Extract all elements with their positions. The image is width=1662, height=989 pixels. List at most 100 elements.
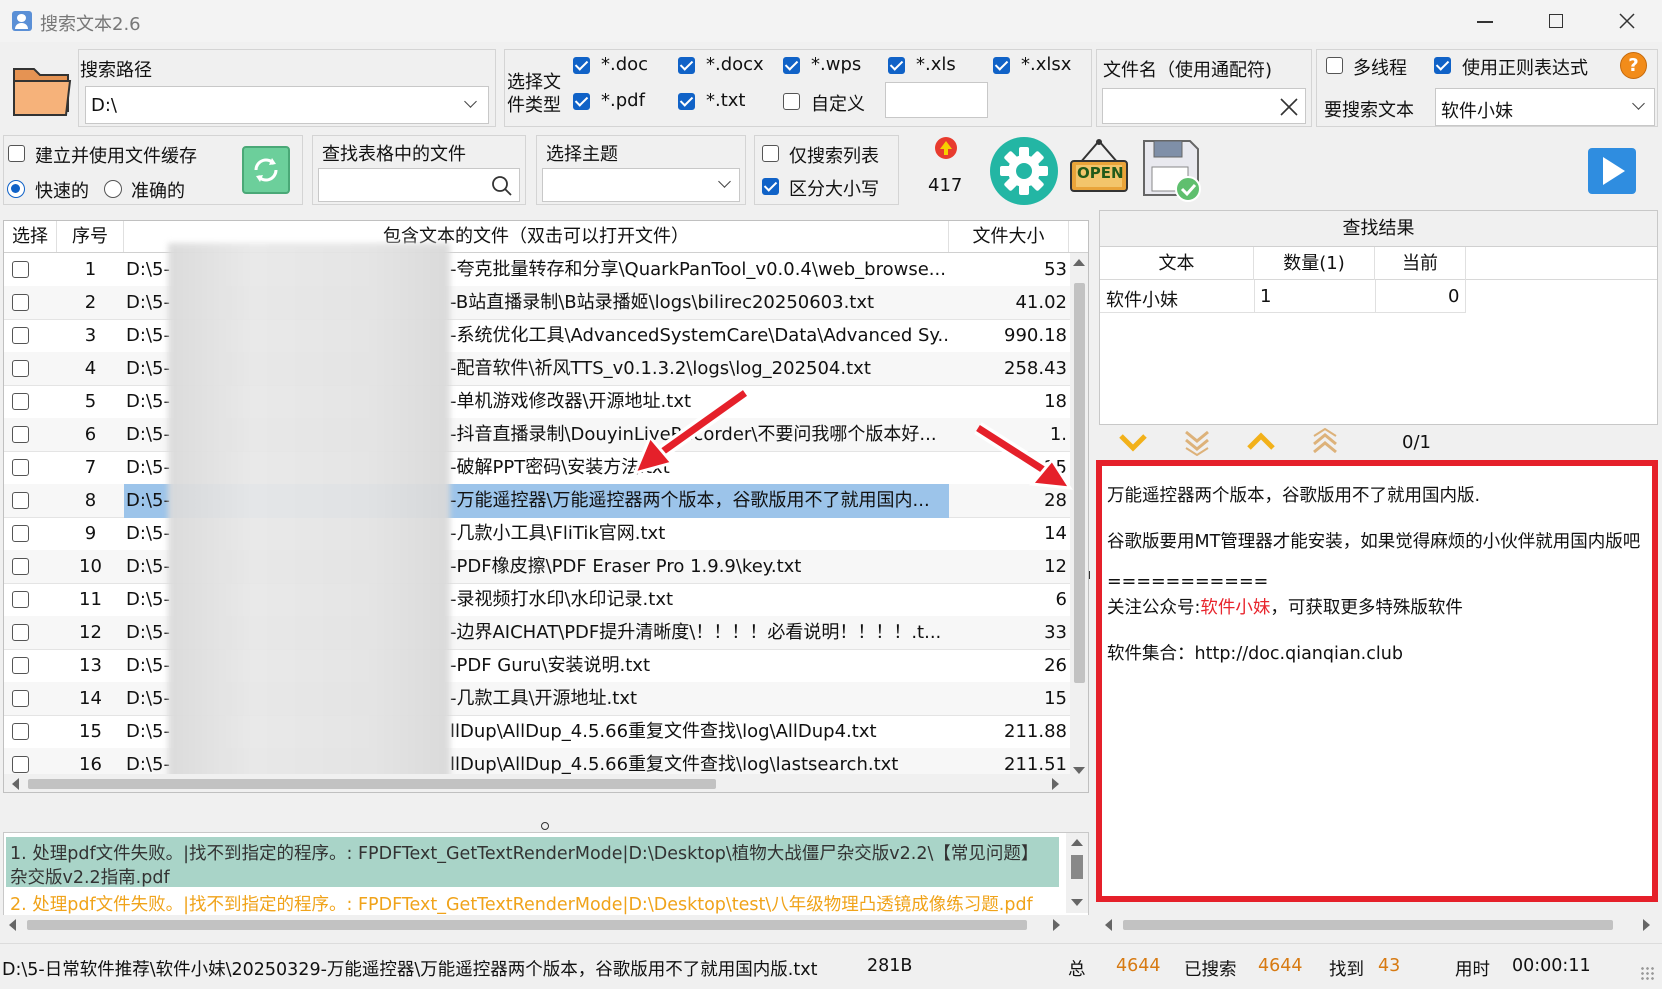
row-checkbox[interactable] bbox=[12, 327, 29, 344]
fast-radio[interactable] bbox=[7, 180, 25, 198]
header-select[interactable]: 选择 bbox=[4, 221, 57, 252]
table-row[interactable]: 4 D:\5- -配音软件\祈风TTS_v0.1.3.2\logs\log_2025… bbox=[4, 352, 1070, 386]
first-match-button[interactable] bbox=[1310, 428, 1340, 456]
resize-grip-icon[interactable] bbox=[1640, 966, 1654, 980]
table-row[interactable]: 10 D:\5- -PDF橡皮擦\PDF Eraser Pro 1.9.9\key.… bbox=[4, 550, 1070, 584]
xls-checkbox[interactable] bbox=[888, 57, 905, 74]
scroll-up-icon[interactable] bbox=[1071, 839, 1083, 846]
grid-hscroll-thumb[interactable] bbox=[28, 779, 716, 789]
scroll-left-icon[interactable] bbox=[9, 919, 16, 931]
custom-ext-input[interactable] bbox=[885, 82, 988, 118]
scroll-right-icon[interactable] bbox=[1053, 919, 1060, 931]
log-hscroll-thumb[interactable] bbox=[27, 920, 1027, 930]
doc-checkbox[interactable] bbox=[573, 57, 590, 74]
log-line-1[interactable]: 1. 处理pdf文件失败。|找不到指定的程序。: FPDFText_GetTex… bbox=[6, 837, 1059, 888]
table-row[interactable]: 14 D:\5- -几款工具\开源地址.txt 15 bbox=[4, 682, 1070, 716]
row-checkbox[interactable] bbox=[12, 294, 29, 311]
grid-hscroll[interactable] bbox=[4, 774, 1088, 792]
preview-hscroll-thumb[interactable] bbox=[1123, 920, 1613, 930]
log-hscroll[interactable] bbox=[3, 915, 1089, 935]
wps-checkbox[interactable] bbox=[783, 57, 800, 74]
results-header-count[interactable]: 数量(1) bbox=[1254, 247, 1375, 280]
custom-checkbox[interactable] bbox=[783, 93, 800, 110]
scroll-right-icon[interactable] bbox=[1643, 919, 1650, 931]
table-row[interactable]: 5 D:\5- -单机游戏修改器\开源地址.txt 18 bbox=[4, 385, 1070, 419]
row-checkbox[interactable] bbox=[12, 525, 29, 542]
log-vscroll[interactable] bbox=[1066, 833, 1088, 913]
table-row[interactable]: 7D:\5--破解PPT密码\安装方法.txt25 bbox=[4, 451, 1070, 485]
row-checkbox[interactable] bbox=[12, 459, 29, 476]
settings-button[interactable] bbox=[990, 137, 1058, 205]
row-checkbox[interactable] bbox=[12, 426, 29, 443]
regex-checkbox[interactable] bbox=[1434, 57, 1451, 74]
scroll-left-icon[interactable] bbox=[12, 778, 19, 790]
table-row[interactable]: 12 D:\5- -边界AICHAT\PDF提升清晰度\！！！！必看说明！！！！.t… bbox=[4, 616, 1070, 650]
row-checkbox[interactable] bbox=[12, 558, 29, 575]
scroll-down-icon[interactable] bbox=[1073, 767, 1085, 774]
table-row[interactable]: 13 D:\5- -PDF Guru\安装说明.txt 26 bbox=[4, 649, 1070, 683]
header-size[interactable]: 文件大小 bbox=[949, 221, 1069, 252]
pdf-checkbox[interactable] bbox=[573, 93, 590, 110]
results-header-current[interactable]: 当前 bbox=[1375, 247, 1466, 280]
next-match-button[interactable] bbox=[1118, 430, 1148, 454]
table-row[interactable]: 1 D:\5- -夸克批量转存和分享\QuarkPanTool_v0.0.4\web… bbox=[4, 253, 1070, 287]
row-checkbox[interactable] bbox=[12, 360, 29, 377]
folder-button[interactable] bbox=[8, 55, 76, 121]
multithread-checkbox[interactable] bbox=[1326, 57, 1343, 74]
row-checkbox[interactable] bbox=[12, 657, 29, 674]
table-search-input[interactable] bbox=[318, 168, 520, 202]
scroll-left-icon[interactable] bbox=[1105, 919, 1112, 931]
maximize-button[interactable] bbox=[1526, 0, 1586, 42]
log-line-2[interactable]: 2. 处理pdf文件失败。|找不到指定的程序。: FPDFText_GetTex… bbox=[10, 891, 1033, 916]
row-checkbox[interactable] bbox=[12, 261, 29, 278]
row-checkbox[interactable] bbox=[12, 492, 29, 509]
preview-panel[interactable]: 万能遥控器两个版本，谷歌版用不了就用国内版. 谷歌版要用MT管理器才能安装，如果… bbox=[1096, 460, 1658, 902]
scroll-right-icon[interactable] bbox=[1052, 778, 1059, 790]
grid-vscroll[interactable] bbox=[1070, 253, 1088, 781]
start-search-button[interactable] bbox=[1588, 148, 1636, 194]
txt-checkbox[interactable] bbox=[678, 93, 695, 110]
prev-match-button[interactable] bbox=[1246, 430, 1276, 454]
splitter-handle[interactable] bbox=[541, 822, 549, 830]
preview-hscroll[interactable] bbox=[1099, 915, 1658, 935]
row-checkbox[interactable] bbox=[12, 393, 29, 410]
case-sensitive-checkbox[interactable] bbox=[762, 178, 779, 195]
row-checkbox[interactable] bbox=[12, 690, 29, 707]
row-checkbox[interactable] bbox=[12, 591, 29, 608]
docx-checkbox[interactable] bbox=[678, 57, 695, 74]
table-row[interactable]: 6 D:\5- -抖音直播录制\DouyinLiveRecorder\不要问我哪个版… bbox=[4, 418, 1070, 452]
cache-checkbox[interactable] bbox=[8, 145, 25, 162]
table-row[interactable]: 8 D:\5- -万能遥控器\万能遥控器两个版本，谷歌版用不了就用国内... 28 bbox=[4, 484, 1070, 518]
splitter-handle-v[interactable] bbox=[1089, 571, 1095, 579]
search-path-combo[interactable]: D:\ bbox=[85, 86, 489, 124]
list-only-checkbox[interactable] bbox=[762, 145, 779, 162]
filename-input[interactable] bbox=[1102, 88, 1306, 124]
xlsx-checkbox[interactable] bbox=[993, 57, 1010, 74]
header-index[interactable]: 序号 bbox=[57, 221, 124, 252]
table-row[interactable]: 11 D:\5- -录视频打水印\水印记录.txt 6 bbox=[4, 583, 1070, 617]
close-button[interactable] bbox=[1597, 0, 1657, 42]
table-row[interactable]: 9 D:\5- -几款小工具\FliTik官网.txt 14 bbox=[4, 517, 1070, 551]
help-button[interactable]: ? bbox=[1620, 52, 1647, 79]
table-row[interactable]: 3 D:\5- -系统优化工具\AdvancedSystemCare\Data\Ad… bbox=[4, 319, 1070, 353]
row-path-prefix: D:\5- bbox=[126, 721, 170, 742]
scroll-up-icon[interactable] bbox=[1073, 259, 1085, 266]
open-button[interactable]: OPEN bbox=[1068, 137, 1130, 201]
table-row[interactable]: 15 D:\5- llDup\AllDup_4.5.66重复文件查找\log\All… bbox=[4, 715, 1070, 749]
clear-icon[interactable] bbox=[1280, 98, 1298, 116]
accurate-radio[interactable] bbox=[104, 180, 122, 198]
theme-combo[interactable] bbox=[542, 168, 740, 202]
row-checkbox[interactable] bbox=[12, 723, 29, 740]
search-text-combo[interactable]: 软件小妹 bbox=[1435, 88, 1655, 126]
log-vscroll-thumb[interactable] bbox=[1071, 855, 1083, 879]
row-checkbox[interactable] bbox=[12, 756, 29, 773]
results-header-text[interactable]: 文本 bbox=[1100, 247, 1254, 280]
minimize-button[interactable] bbox=[1455, 0, 1515, 42]
last-match-button[interactable] bbox=[1182, 428, 1212, 456]
table-row[interactable]: 2 D:\5- -B站直播录制\B站录播姬\logs\bilirec20250603… bbox=[4, 286, 1070, 320]
row-checkbox[interactable] bbox=[12, 624, 29, 641]
refresh-cache-button[interactable] bbox=[242, 146, 290, 194]
scroll-down-icon[interactable] bbox=[1071, 899, 1083, 906]
save-button[interactable] bbox=[1140, 137, 1204, 203]
results-row[interactable]: 软件小妹 1 0 bbox=[1100, 280, 1466, 313]
